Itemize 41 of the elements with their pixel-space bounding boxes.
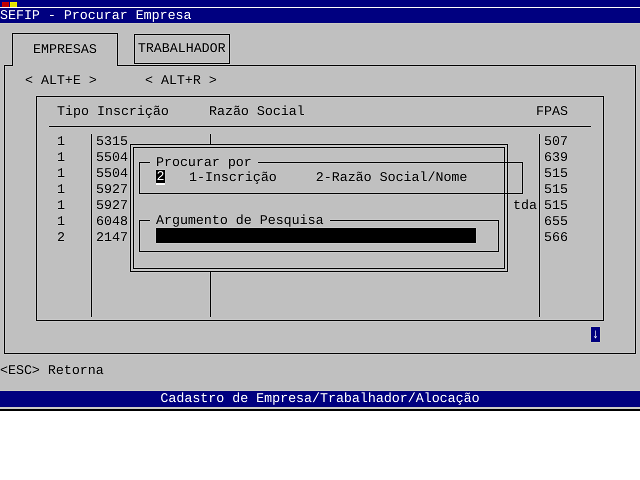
table-cell: 6048 xyxy=(96,215,128,229)
tab[interactable]: EMPRESAS xyxy=(12,33,118,66)
table-cell: 5927 xyxy=(96,183,128,197)
table-cell: 639 xyxy=(544,151,568,165)
table-cell: 515 xyxy=(544,183,568,197)
group-title: Procurar por xyxy=(156,155,252,170)
table-cell: 5315 xyxy=(96,135,128,149)
table-cell: 1 xyxy=(57,215,65,229)
table-cell: 5927 xyxy=(96,199,128,213)
table-cell: 515 xyxy=(544,199,568,213)
table-cell: tda xyxy=(513,199,537,213)
table-cell: 515 xyxy=(544,167,568,181)
option-input[interactable]: 2 xyxy=(156,170,165,186)
hint-text: <ESC> Retorna xyxy=(0,364,104,377)
status-text: Cadastro de Empresa/Trabalhador/Alocação xyxy=(160,392,480,406)
table-cell: 1 xyxy=(57,167,65,181)
table-cell: 566 xyxy=(544,231,568,245)
column-header: Tipo xyxy=(57,104,90,118)
column-header: Razão Social xyxy=(209,104,306,118)
table-cell: 2 xyxy=(57,231,65,245)
window-icon xyxy=(2,2,18,7)
scroll-indicator[interactable]: ↓ xyxy=(591,327,600,342)
table-cell: 5504 xyxy=(96,151,128,165)
shortcut-label: < ALT+E > xyxy=(25,74,98,88)
table-cell: 1 xyxy=(57,199,65,213)
table-cell: 655 xyxy=(544,215,568,229)
tab[interactable]: TRABALHADOR xyxy=(134,34,230,64)
table-cell: 1 xyxy=(57,135,65,149)
option-label: 1-Inscrição xyxy=(189,171,277,184)
table-cell: 1 xyxy=(57,151,65,165)
table-cell: 507 xyxy=(544,135,568,149)
option-label: 2-Razão Social/Nome xyxy=(316,171,468,184)
shortcut-label: < ALT+R > xyxy=(145,74,218,88)
window-title: SEFIP - Procurar Empresa xyxy=(0,8,192,22)
table-cell: 2147 xyxy=(96,231,128,245)
table-cell: 5504 xyxy=(96,167,128,181)
column-header: Inscrição xyxy=(97,104,170,118)
column-header: FPAS xyxy=(536,104,568,118)
table-cell: 1 xyxy=(57,183,65,197)
group-title: Argumento de Pesquisa xyxy=(156,213,324,228)
search-field[interactable] xyxy=(156,228,476,244)
